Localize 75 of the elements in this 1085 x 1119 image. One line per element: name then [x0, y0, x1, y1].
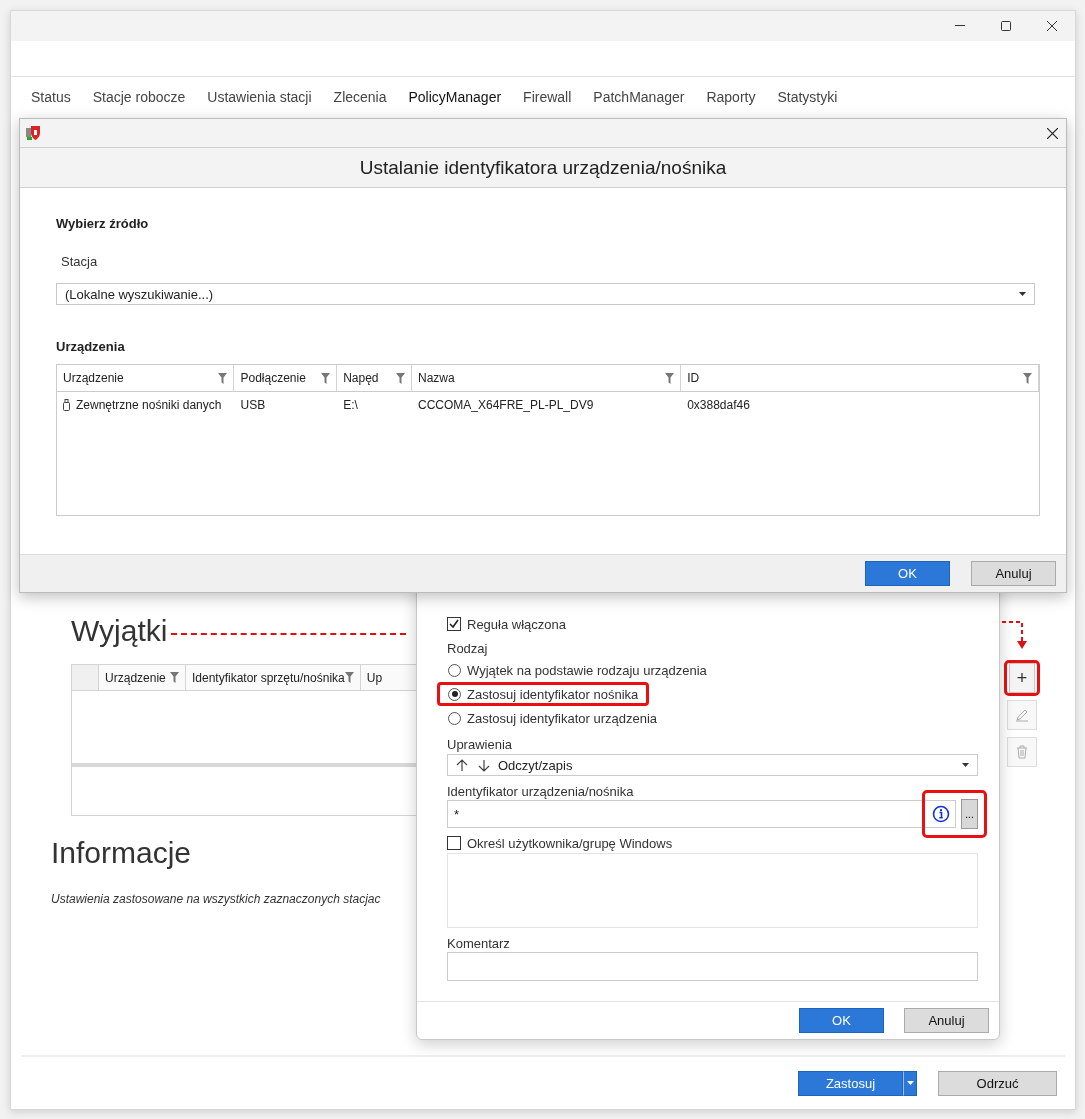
table-cell: Zewnętrzne nośniki danych	[76, 398, 222, 412]
permissions-dropdown[interactable]: Odczyt/zapis	[447, 754, 978, 776]
checkbox-label: Określ użytkownika/grupę Windows	[467, 835, 673, 851]
field-label: Rodzaj	[447, 641, 489, 656]
tab[interactable]: Firewall	[523, 89, 572, 113]
shield-icon	[25, 125, 41, 141]
tab[interactable]: Stacje robocze	[92, 89, 186, 113]
column-header[interactable]: Urządzenie	[63, 371, 124, 385]
checkbox[interactable]	[447, 617, 461, 631]
trash-icon	[1016, 745, 1028, 759]
column-header[interactable]: Urządzenie	[105, 670, 166, 685]
apply-dropdown-button[interactable]	[903, 1070, 917, 1096]
section-heading: Wyjątki	[71, 614, 168, 648]
field-label: Stacja	[61, 254, 99, 269]
close-icon[interactable]	[1047, 21, 1057, 31]
radio-button[interactable]	[448, 663, 461, 677]
cancel-button[interactable]: Anuluj	[904, 1008, 989, 1033]
column-header[interactable]: Up	[366, 670, 383, 685]
filter-icon[interactable]	[665, 372, 675, 384]
table-cell: E:\	[343, 398, 358, 412]
section-heading: Wybierz źródło	[56, 216, 150, 231]
maximize-icon[interactable]	[1001, 21, 1011, 31]
dropdown-caret-icon	[962, 763, 969, 767]
tab[interactable]: Statystyki	[777, 89, 838, 113]
caret-icon	[906, 1081, 914, 1085]
ok-button[interactable]: OK	[799, 1008, 884, 1033]
pencil-icon	[1015, 708, 1029, 722]
filter-icon[interactable]	[395, 372, 405, 384]
filter-icon[interactable]	[1023, 372, 1032, 384]
dialog-title: Ustalanie identyfikatora urządzenia/nośnika	[20, 148, 1066, 188]
column-header[interactable]: ID	[687, 371, 700, 385]
table-cell: 0x388daf46	[687, 398, 750, 412]
tab[interactable]: Zlecenia	[333, 89, 387, 113]
radio-label: Wyjątek na podstawie rodzaju urządzenia	[467, 662, 707, 678]
dropdown-caret-icon	[1019, 292, 1026, 296]
filter-icon[interactable]	[321, 372, 331, 384]
column-header[interactable]: Identyfikator sprzętu/nośnika	[192, 670, 345, 685]
column-header[interactable]: Podłączenie	[240, 371, 306, 385]
browse-button[interactable]: ...	[961, 799, 978, 829]
field-label: Komentarz	[447, 936, 511, 951]
section-heading: Urządzenia	[56, 339, 126, 354]
table-cell: CCCOMA_X64FRE_PL-PL_DV9	[417, 398, 594, 412]
filter-icon[interactable]	[344, 672, 354, 683]
filter-icon[interactable]	[218, 372, 228, 384]
column-header[interactable]: Nazwa	[417, 371, 455, 385]
add-button[interactable]: +	[1009, 663, 1035, 693]
field-label: Uprawienia	[447, 737, 514, 752]
arrows-icon	[456, 758, 490, 772]
checkbox-label: Reguła włączona	[467, 616, 566, 632]
usb-drive-icon	[63, 399, 70, 411]
ok-button[interactable]: OK	[865, 561, 950, 586]
radio-button[interactable]	[448, 711, 461, 725]
close-button[interactable]	[1047, 127, 1058, 139]
field-label: Identyfikator urządzenia/nośnika	[447, 784, 635, 799]
minimize-icon[interactable]	[955, 25, 965, 27]
radio-button[interactable]	[448, 687, 461, 701]
discard-button[interactable]: Odrzuć	[938, 1070, 1057, 1096]
table-cell: USB	[240, 398, 266, 412]
station-dropdown[interactable]: (Lokalne wyszukiwanie...)	[56, 283, 1035, 305]
tab[interactable]: Status	[31, 89, 71, 113]
comment-field[interactable]	[447, 952, 978, 981]
tab[interactable]: PatchManager	[593, 89, 685, 113]
filter-icon[interactable]	[170, 672, 179, 683]
radio-label: Zastosuj identyfikator urządzenia	[467, 710, 658, 726]
tab[interactable]: Raporty	[706, 89, 756, 113]
column-header[interactable]: Napęd	[343, 371, 379, 385]
cancel-button[interactable]: Anuluj	[971, 561, 1056, 586]
checkbox[interactable]	[447, 836, 461, 850]
radio-label: Zastosuj identyfikator nośnika	[467, 686, 639, 702]
tab[interactable]: Ustawienia stacji	[207, 89, 312, 113]
apply-button[interactable]: Zastosuj	[798, 1070, 903, 1096]
info-text: Ustawienia zastosowane na wszystkich zaznaczonych stacjac	[51, 892, 381, 906]
identifier-field[interactable]: *	[447, 800, 956, 828]
tab[interactable]: PolicyManager	[408, 89, 502, 113]
section-heading: Informacje	[51, 836, 192, 871]
